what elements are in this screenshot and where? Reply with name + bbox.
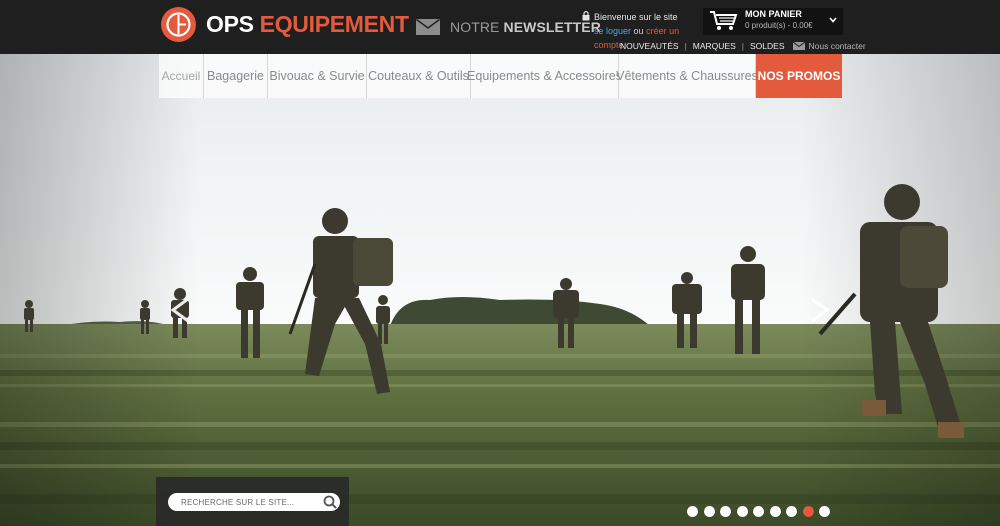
main-navigation: Accueil Bagagerie Bivouac & Survie Coute… bbox=[159, 54, 842, 98]
nav-item-bivouac-survie[interactable]: Bivouac & Survie bbox=[268, 54, 367, 98]
hero-slider bbox=[0, 54, 1000, 526]
cart-dropdown[interactable]: MON PANIER 0 produit(s) - 0.00€ bbox=[703, 8, 843, 35]
cart-title: MON PANIER bbox=[745, 9, 802, 19]
login-link[interactable]: se loguer bbox=[594, 26, 631, 36]
search-field bbox=[168, 493, 340, 511]
nav-item-accueil[interactable]: Accueil bbox=[159, 54, 204, 98]
nav-item-nos-promos[interactable]: NOS PROMOS bbox=[756, 54, 842, 98]
lock-icon bbox=[582, 11, 590, 21]
chevron-left-icon bbox=[170, 297, 189, 323]
envelope-icon bbox=[416, 19, 440, 35]
oe-monogram-logo-icon bbox=[161, 6, 196, 42]
slider-dot[interactable] bbox=[786, 506, 797, 517]
nav-item-vetements-chaussures[interactable]: Vêtements & Chaussures bbox=[616, 54, 758, 98]
slider-dot[interactable] bbox=[720, 506, 731, 517]
site-logo[interactable]: OPS EQUIPEMENT bbox=[161, 6, 409, 42]
contact-label: Nous contacter bbox=[808, 41, 866, 51]
newsletter-link[interactable]: NOTRE NEWSLETTER bbox=[416, 15, 601, 39]
top-link-marques[interactable]: MARQUES bbox=[693, 41, 736, 51]
slider-dot[interactable] bbox=[769, 506, 781, 517]
slider-pagination bbox=[687, 506, 836, 517]
newsletter-label: NOTRE NEWSLETTER bbox=[450, 19, 601, 35]
top-link-soldes[interactable]: SOLDES bbox=[750, 41, 785, 51]
welcome-text: Bienvenue sur le site bbox=[594, 12, 678, 22]
slider-dot[interactable] bbox=[687, 506, 698, 517]
cart-summary: 0 produit(s) - 0.00€ bbox=[745, 21, 813, 30]
slider-next-arrow[interactable] bbox=[808, 296, 832, 324]
slider-prev-arrow[interactable] bbox=[168, 296, 192, 324]
hero-image bbox=[0, 54, 1000, 526]
nav-item-couteaux-outils[interactable]: Couteaux & Outils bbox=[367, 54, 471, 98]
separator: | bbox=[741, 41, 744, 51]
top-links: NOUVEAUTÉS | MARQUES | SOLDES Nous conta… bbox=[620, 40, 866, 52]
search-input[interactable] bbox=[181, 495, 311, 509]
brand-name-part2: EQUIPEMENT bbox=[259, 10, 409, 37]
slider-dot[interactable] bbox=[703, 506, 715, 517]
envelope-icon bbox=[792, 42, 805, 50]
slider-dot[interactable] bbox=[753, 506, 764, 517]
slider-dot[interactable] bbox=[736, 506, 748, 517]
newsletter-prefix: NOTRE bbox=[450, 19, 500, 35]
nav-item-equipements-accessoires[interactable]: Equipements & Accessoires bbox=[467, 54, 622, 98]
header-bar: OPS EQUIPEMENT NOTRE NEWSLETTER Bienvenue… bbox=[0, 0, 1000, 54]
chevron-down-icon bbox=[829, 17, 837, 23]
brand-name-part1: OPS bbox=[206, 10, 254, 37]
slider-dot[interactable] bbox=[802, 506, 814, 517]
or-text: ou bbox=[633, 26, 644, 36]
brand-name: OPS EQUIPEMENT bbox=[206, 10, 409, 37]
slider-dot[interactable] bbox=[819, 506, 830, 517]
contact-link[interactable]: Nous contacter bbox=[792, 41, 866, 51]
separator: | bbox=[684, 41, 687, 51]
search-panel bbox=[156, 477, 349, 526]
nav-item-bagagerie[interactable]: Bagagerie bbox=[204, 54, 268, 98]
chevron-right-icon bbox=[811, 297, 830, 323]
top-link-nouveautes[interactable]: NOUVEAUTÉS bbox=[620, 41, 679, 51]
shopping-cart-icon bbox=[710, 11, 738, 30]
search-icon[interactable] bbox=[322, 494, 338, 510]
